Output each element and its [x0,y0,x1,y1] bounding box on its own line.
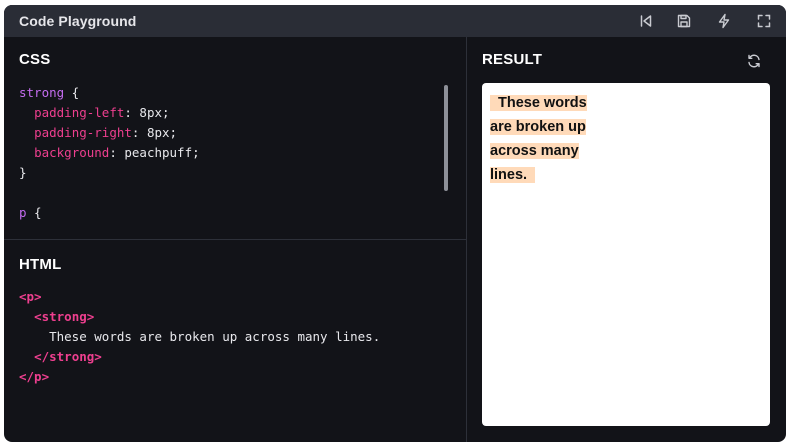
css-value: : 8px; [131,125,178,140]
css-brace: { [64,85,80,100]
html-text: These words are broken up across many li… [49,329,381,344]
css-property: padding-left [34,105,125,120]
css-property: background [34,145,110,160]
code-playground-window: Code Playground CSS strong {padding-lef… [4,5,786,442]
html-panel-title: HTML [19,256,62,273]
html-tag: </p> [19,369,50,384]
fullscreen-button[interactable] [754,11,774,31]
css-value: : peachpuff; [109,145,200,160]
css-panel-title: CSS [19,51,51,68]
reset-button[interactable] [636,11,656,31]
refresh-icon [748,54,760,68]
css-selector: p [19,205,27,220]
title-bar: Code Playground [4,5,786,37]
skip-back-icon [640,15,652,27]
fullscreen-icon [757,14,771,28]
css-brace: { [26,205,42,220]
window-title: Code Playground [19,13,137,29]
result-panel-title: RESULT [482,51,543,68]
lightning-icon [718,13,730,29]
html-tag: </strong> [34,349,102,364]
css-editor[interactable]: strong { padding-left: 8px; padding-righ… [19,83,200,223]
html-tag: <strong> [34,309,95,324]
result-preview: These words are broken up across many li… [482,83,770,426]
format-button[interactable] [714,11,734,31]
save-button[interactable] [674,11,694,31]
panel-divider-horizontal [4,239,466,240]
result-strong-text: These words are broken up across many li… [490,95,587,183]
css-selector: strong [19,85,65,100]
refresh-button[interactable] [744,51,764,71]
css-editor-scrollbar[interactable] [444,85,448,191]
html-editor[interactable]: <p> <strong> These words are broken up a… [19,287,380,387]
css-property: padding-right [34,125,132,140]
css-brace: } [19,165,27,180]
result-paragraph: These words are broken up across many li… [490,91,594,187]
html-tag: <p> [19,289,42,304]
save-icon [677,14,691,28]
panel-divider-vertical[interactable] [466,37,467,442]
css-value: : 8px; [124,105,170,120]
